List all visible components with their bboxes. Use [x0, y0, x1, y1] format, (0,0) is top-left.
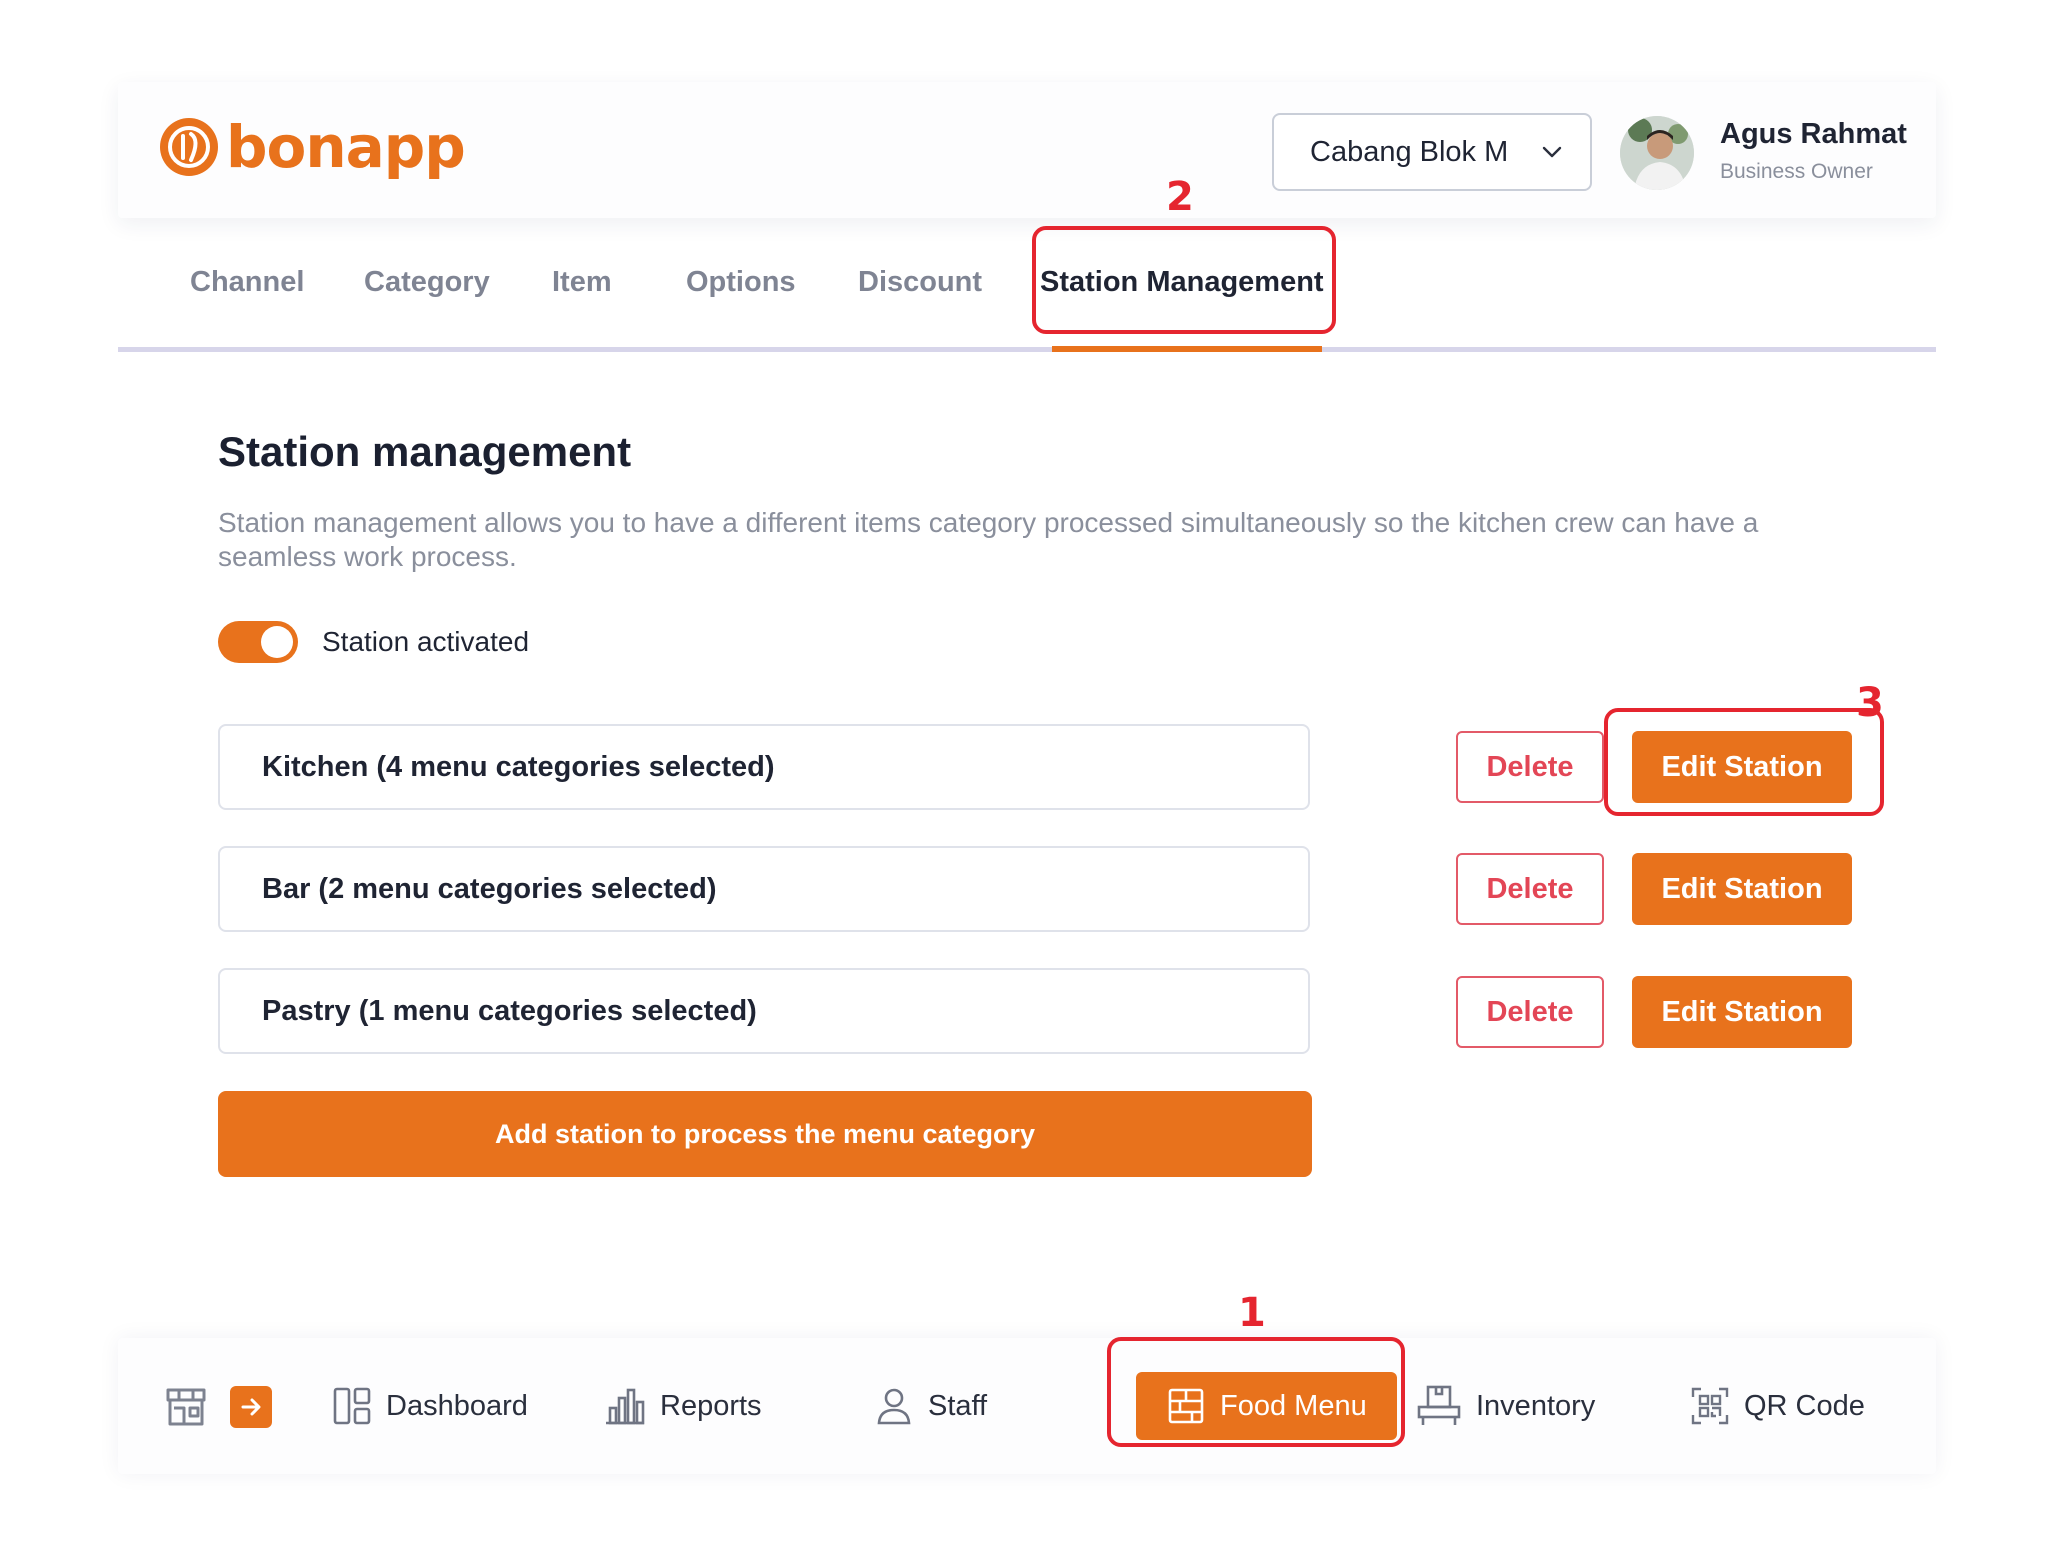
tab-channel[interactable]: Channel	[190, 266, 304, 299]
edit-station-bar-button[interactable]: Edit Station	[1632, 853, 1852, 925]
add-station-button[interactable]: Add station to process the menu category	[218, 1091, 1312, 1177]
station-row-kitchen: Kitchen (4 menu categories selected)	[218, 724, 1310, 810]
nav-qr-code[interactable]: QR Code	[1690, 1372, 1865, 1440]
brand-name: bonapp	[226, 113, 466, 181]
user-name: Agus Rahmat	[1720, 118, 1907, 150]
annotation-number-2: 2	[1166, 174, 1194, 220]
nav-staff-label: Staff	[928, 1389, 988, 1422]
nav-dashboard-label: Dashboard	[386, 1389, 528, 1422]
user-avatar-photo	[1620, 116, 1694, 190]
bonapp-logo-icon	[160, 118, 218, 176]
annotation-number-1: 1	[1238, 1290, 1266, 1336]
station-activated-label: Station activated	[322, 626, 530, 657]
tab-item[interactable]: Item	[552, 266, 612, 299]
annotation-box-3	[1604, 708, 1884, 816]
tab-category[interactable]: Category	[364, 266, 490, 299]
bottom-navigation: Dashboard Reports Staff Food Menu Invent…	[118, 1338, 1936, 1474]
menu-tabs: Channel Category Item Options Discount S…	[118, 248, 1936, 352]
qr-code-icon	[1691, 1387, 1729, 1425]
delete-station-pastry-button[interactable]: Delete	[1456, 976, 1604, 1048]
nav-dashboard[interactable]: Dashboard	[332, 1372, 528, 1440]
expand-sidebar-button[interactable]	[230, 1386, 272, 1428]
tab-discount[interactable]: Discount	[858, 266, 982, 299]
active-tab-indicator	[1052, 346, 1322, 352]
annotation-number-3: 3	[1856, 680, 1884, 726]
user-icon	[877, 1388, 911, 1425]
chevron-down-icon	[1542, 146, 1562, 158]
nav-reports-label: Reports	[660, 1389, 762, 1422]
station-activated-toggle[interactable]	[218, 621, 298, 663]
station-row-bar: Bar (2 menu categories selected)	[218, 846, 1310, 932]
nav-inventory[interactable]: Inventory	[1416, 1372, 1595, 1440]
delete-station-kitchen-button[interactable]: Delete	[1456, 731, 1604, 803]
annotation-box-1	[1107, 1337, 1405, 1447]
edit-station-pastry-button[interactable]: Edit Station	[1632, 976, 1852, 1048]
inventory-icon	[1417, 1385, 1461, 1425]
page-title: Station management	[218, 428, 632, 475]
dashboard-icon	[333, 1387, 371, 1425]
nav-reports[interactable]: Reports	[604, 1372, 762, 1440]
app-logo[interactable]: bonapp	[158, 113, 466, 181]
tab-options[interactable]: Options	[686, 266, 796, 299]
nav-inventory-label: Inventory	[1476, 1389, 1596, 1422]
top-header: bonapp Cabang Blok M Agus Rahmat Busines…	[118, 82, 1936, 218]
arrow-right-icon	[241, 1398, 261, 1416]
nav-staff[interactable]: Staff	[874, 1372, 987, 1440]
branch-select[interactable]: Cabang Blok M	[1272, 113, 1592, 191]
toggle-knob	[261, 626, 293, 658]
user-role: Business Owner	[1720, 160, 1873, 183]
annotation-box-2	[1032, 226, 1336, 334]
branch-select-value: Cabang Blok M	[1310, 135, 1509, 168]
tabs-divider	[118, 347, 1936, 352]
store-icon[interactable]	[164, 1384, 208, 1428]
nav-qr-code-label: QR Code	[1744, 1389, 1865, 1422]
delete-station-bar-button[interactable]: Delete	[1456, 853, 1604, 925]
station-row-pastry: Pastry (1 menu categories selected)	[218, 968, 1310, 1054]
avatar[interactable]	[1620, 116, 1694, 190]
page-description: Station management allows you to have a …	[218, 507, 1759, 572]
bar-chart-icon	[606, 1388, 645, 1425]
